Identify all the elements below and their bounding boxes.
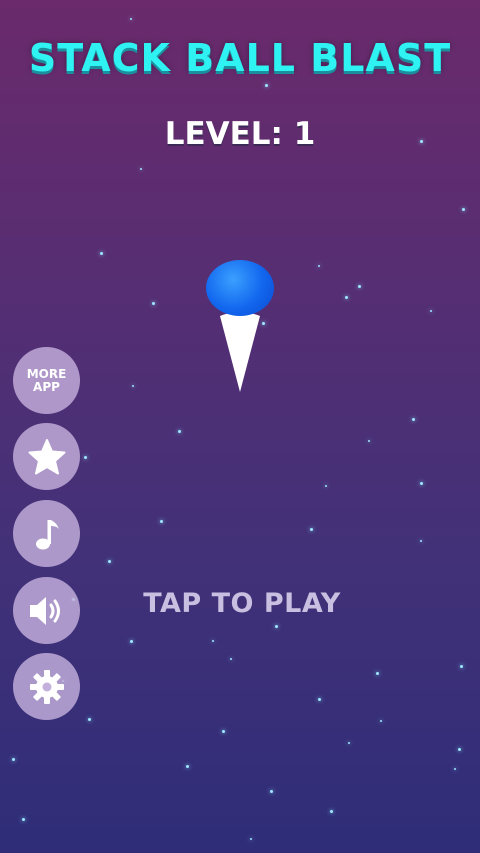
star-dot	[358, 285, 361, 288]
game-title: STACK BALL BLAST	[28, 36, 452, 80]
star-dot	[186, 765, 189, 768]
ball-trail	[218, 312, 262, 394]
star-dot	[345, 296, 348, 299]
star-dot	[262, 322, 265, 325]
star-dot	[380, 720, 382, 722]
star-dot	[84, 456, 87, 459]
rate-button[interactable]	[13, 423, 80, 490]
more-app-button[interactable]: MORE APP	[13, 347, 80, 414]
star-dot	[178, 430, 181, 433]
star-dot	[88, 718, 91, 721]
tap-to-play-prompt[interactable]: TAP TO PLAY	[0, 588, 480, 619]
star-dot	[454, 768, 456, 770]
star-dot	[160, 520, 163, 523]
star-dot	[330, 810, 333, 813]
star-dot	[318, 698, 321, 701]
star-dot	[130, 18, 132, 20]
star-dot	[430, 310, 432, 312]
star-dot	[12, 758, 15, 761]
more-app-label: MORE APP	[26, 366, 67, 394]
star-dot	[22, 818, 25, 821]
more-app-label-line2: APP	[33, 379, 60, 394]
level-label: LEVEL: 1	[164, 116, 316, 152]
music-note-icon	[35, 519, 59, 549]
star-dot	[458, 748, 461, 751]
more-app-label-line1: MORE	[26, 366, 67, 381]
star-dot	[420, 482, 423, 485]
star-icon	[28, 438, 65, 474]
star-dot	[368, 440, 370, 442]
star-dot	[310, 528, 313, 531]
star-dot	[140, 168, 142, 170]
star-dot	[462, 208, 465, 211]
star-dot	[265, 84, 268, 87]
music-button[interactable]	[13, 500, 80, 567]
settings-button[interactable]	[13, 653, 80, 720]
star-dot	[100, 252, 103, 255]
star-dot	[132, 385, 134, 387]
star-dot	[250, 838, 252, 840]
star-dot	[152, 302, 155, 305]
star-dot	[270, 790, 273, 793]
star-dot	[348, 742, 350, 744]
star-dot	[130, 640, 133, 643]
star-dot	[376, 672, 379, 675]
star-dot	[222, 730, 225, 733]
star-dot	[230, 658, 232, 660]
star-dot	[420, 540, 422, 542]
gear-icon	[29, 669, 64, 704]
star-dot	[275, 625, 278, 628]
star-dot	[460, 665, 463, 668]
star-dot	[412, 418, 415, 421]
blue-ball	[206, 260, 274, 316]
star-dot	[212, 640, 214, 642]
star-dot	[318, 265, 320, 267]
star-dot	[325, 485, 327, 487]
star-dot	[108, 560, 111, 563]
